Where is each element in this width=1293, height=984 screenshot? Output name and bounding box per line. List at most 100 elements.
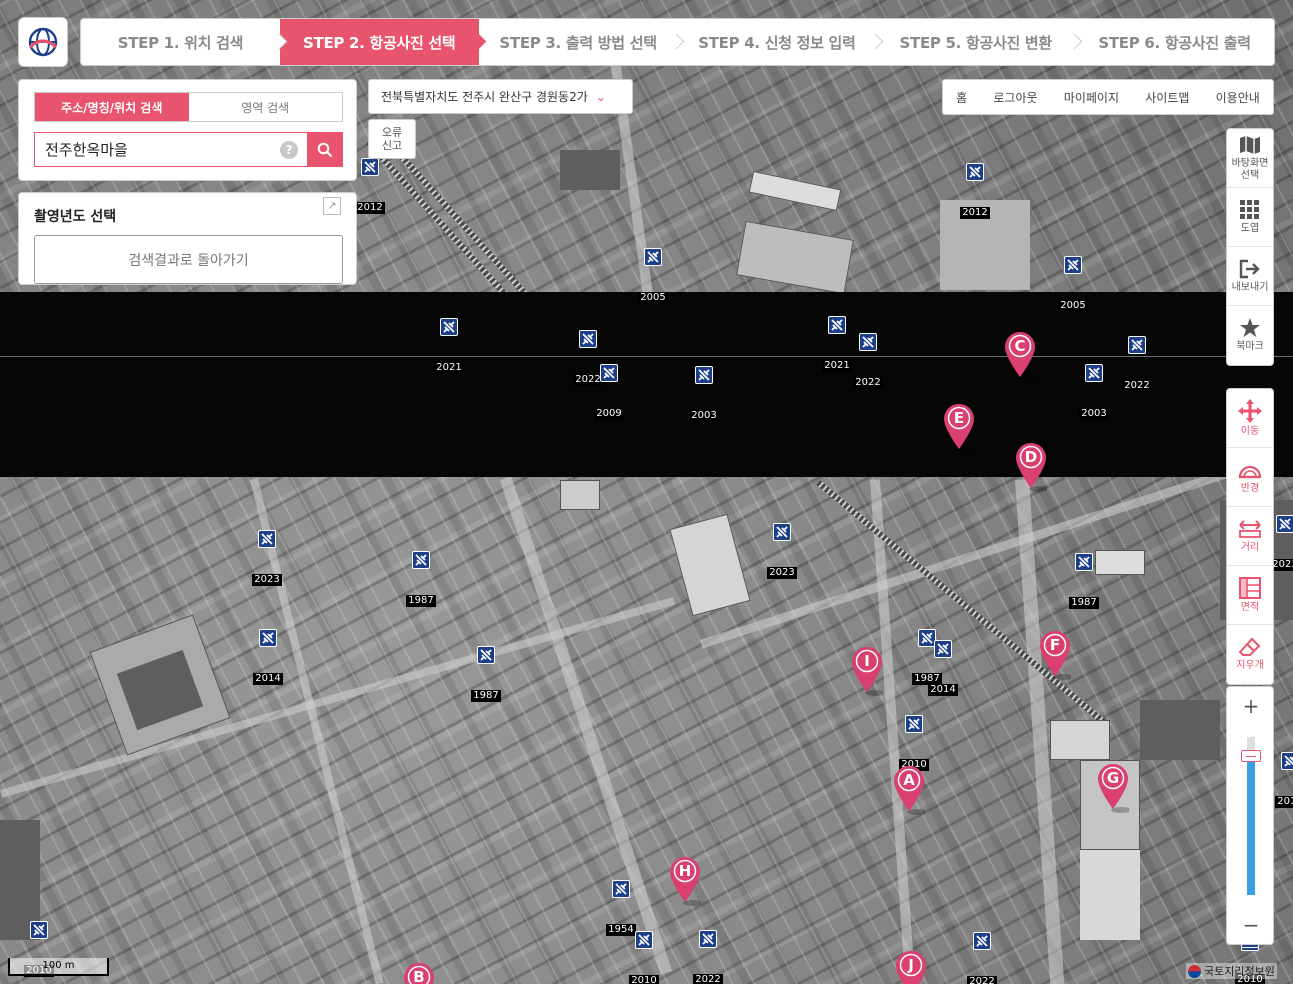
photo-year-label: 2012 xyxy=(355,202,385,214)
aerial-photo-marker[interactable]: 1987 xyxy=(406,551,436,607)
aerial-photo-marker[interactable]: 1987 xyxy=(1069,553,1099,609)
zoom-slider[interactable] xyxy=(1241,737,1261,895)
search-input[interactable] xyxy=(35,133,307,166)
help-icon[interactable]: ? xyxy=(280,141,298,159)
airplane-icon xyxy=(934,640,952,658)
photo-year-label: 2023 xyxy=(767,567,797,579)
tool-export-label: 내보내기 xyxy=(1231,281,1269,293)
location-pin[interactable]: H xyxy=(669,856,701,906)
aerial-photo-marker[interactable]: 2022 xyxy=(853,333,883,389)
tool-bookmark[interactable]: 북마크 xyxy=(1227,306,1273,365)
airplane-icon xyxy=(644,248,662,266)
aerial-photo-marker[interactable]: 2005 xyxy=(638,248,668,304)
pin-letter: I xyxy=(864,652,870,670)
globe-logo-icon xyxy=(28,27,58,57)
aerial-photo-marker[interactable]: 2014 xyxy=(253,629,283,685)
aerial-photo-marker[interactable]: 2003 xyxy=(1079,364,1109,420)
year-panel-title: 촬영년도 선택 xyxy=(34,209,117,225)
aerial-photo-marker[interactable]: 2010 xyxy=(24,921,54,977)
tool-radius[interactable]: 반경 xyxy=(1227,448,1273,507)
tab-address-search[interactable]: 주소/명칭/위치 검색 xyxy=(35,93,189,121)
pin-letter: D xyxy=(1024,448,1038,466)
location-pin[interactable]: G xyxy=(1097,763,1129,813)
photo-year-label: 2021 xyxy=(822,360,852,372)
link-home[interactable]: 홈 xyxy=(956,89,967,106)
utility-links: 홈 로그아웃 마이페이지 사이트맵 이용안내 xyxy=(942,79,1274,115)
aerial-photo-marker[interactable]: 2016 xyxy=(1275,752,1293,808)
step-4-tab[interactable]: STEP 4. 신청 정보 입력 xyxy=(677,19,876,65)
airplane-icon xyxy=(966,163,984,181)
measure-tools: 이동 반경 거리 면적 지우개 xyxy=(1226,388,1274,685)
aerial-photo-marker[interactable]: 1954 xyxy=(606,880,636,936)
aerial-photo-marker[interactable]: 2010 xyxy=(629,931,659,984)
airplane-icon xyxy=(1128,336,1146,354)
aerial-photo-marker[interactable]: 1987 xyxy=(471,646,501,702)
aerial-photo-marker[interactable]: 2021 xyxy=(822,316,852,372)
step-2-tab[interactable]: STEP 2. 항공사진 선택 xyxy=(279,19,479,65)
tool-export[interactable]: 내보내기 xyxy=(1227,247,1273,306)
aerial-photo-marker[interactable]: 2012 xyxy=(355,158,385,214)
step-5-tab[interactable]: STEP 5. 항공사진 변환 xyxy=(876,19,1075,65)
region-select[interactable]: 전북특별자치도 전주시 완산구 경원동2가 ⌄ xyxy=(368,79,633,114)
photo-year-label: 2005 xyxy=(1058,300,1088,312)
link-mypage[interactable]: 마이페이지 xyxy=(1064,89,1119,106)
step-3-tab[interactable]: STEP 3. 출력 방법 선택 xyxy=(479,19,678,65)
tool-move[interactable]: 이동 xyxy=(1227,389,1273,448)
tool-eraser[interactable]: 지우개 xyxy=(1227,625,1273,684)
location-pin[interactable]: B xyxy=(403,962,435,984)
aerial-photo-marker[interactable]: 2024 xyxy=(1208,0,1238,38)
airplane-icon xyxy=(773,523,791,541)
error-report-button[interactable]: 오류 신고 xyxy=(368,119,416,159)
aerial-photo-marker[interactable]: 2003 xyxy=(689,366,719,422)
airplane-icon xyxy=(579,330,597,348)
link-guide[interactable]: 이용안내 xyxy=(1216,89,1260,106)
location-pin[interactable]: F xyxy=(1039,630,1071,680)
location-pin[interactable]: E xyxy=(943,403,975,453)
tab-area-search[interactable]: 영역 검색 xyxy=(189,93,343,121)
zoom-slider-handle[interactable] xyxy=(1241,749,1261,762)
aerial-photo-marker[interactable]: 2021 xyxy=(434,318,464,374)
map-icon xyxy=(1240,135,1260,154)
open-popup-icon[interactable]: ↗ xyxy=(323,197,341,215)
aerial-photo-marker[interactable]: 2014 xyxy=(928,640,958,696)
airplane-icon xyxy=(258,530,276,548)
zoom-in-button[interactable]: + xyxy=(1227,687,1275,725)
location-pin[interactable]: J xyxy=(895,950,927,984)
aerial-photo-marker[interactable]: 2022 xyxy=(573,330,603,386)
tool-sheet[interactable]: 도엽 xyxy=(1227,188,1273,247)
photo-year-label: 1987 xyxy=(406,595,436,607)
location-pin[interactable]: D xyxy=(1015,442,1047,492)
tool-distance[interactable]: 거리 xyxy=(1227,507,1273,566)
aerial-photo-marker[interactable]: 2005 xyxy=(1058,256,1088,312)
photo-year-label: 2014 xyxy=(928,684,958,696)
location-pin[interactable]: A xyxy=(893,765,925,815)
aerial-photo-marker[interactable]: 2023 xyxy=(252,530,282,586)
location-pin[interactable]: I xyxy=(851,646,883,696)
location-pin[interactable]: C xyxy=(1004,331,1036,381)
grid-icon xyxy=(1240,199,1259,219)
search-panel: 주소/명칭/위치 검색 영역 검색 ? xyxy=(18,79,357,181)
search-mode-tabs: 주소/명칭/위치 검색 영역 검색 xyxy=(34,92,343,122)
tool-area[interactable]: 면적 xyxy=(1227,566,1273,625)
step-6-tab[interactable]: STEP 6. 항공사진 출력 xyxy=(1075,19,1274,65)
link-sitemap[interactable]: 사이트맵 xyxy=(1145,89,1189,106)
photo-year-label: 2014 xyxy=(253,673,283,685)
link-logout[interactable]: 로그아웃 xyxy=(993,89,1037,106)
photo-year-label: 2005 xyxy=(638,292,668,304)
photo-year-label: 2022 xyxy=(1122,380,1152,392)
aerial-photo-marker[interactable]: 2012 xyxy=(960,163,990,219)
aerial-photo-marker[interactable]: 2010 xyxy=(899,715,929,771)
eraser-icon xyxy=(1239,637,1261,656)
back-to-results-button[interactable]: 검색결과로 돌아가기 xyxy=(34,235,343,284)
aerial-photo-marker[interactable]: 2009 xyxy=(594,364,624,420)
aerial-photo-marker[interactable]: 2022 xyxy=(1122,336,1152,392)
site-logo[interactable] xyxy=(18,17,68,67)
photo-year-label: 2010 xyxy=(629,975,659,984)
search-button[interactable] xyxy=(307,133,342,166)
zoom-out-button[interactable]: − xyxy=(1227,906,1275,944)
aerial-photo-marker[interactable]: 2022 xyxy=(693,930,723,984)
aerial-photo-marker[interactable]: 2022 xyxy=(967,932,997,984)
step-1-tab[interactable]: STEP 1. 위치 검색 xyxy=(81,19,280,65)
aerial-photo-marker[interactable]: 2023 xyxy=(767,523,797,579)
tool-basemap[interactable]: 바탕화면 선택 xyxy=(1227,129,1273,188)
